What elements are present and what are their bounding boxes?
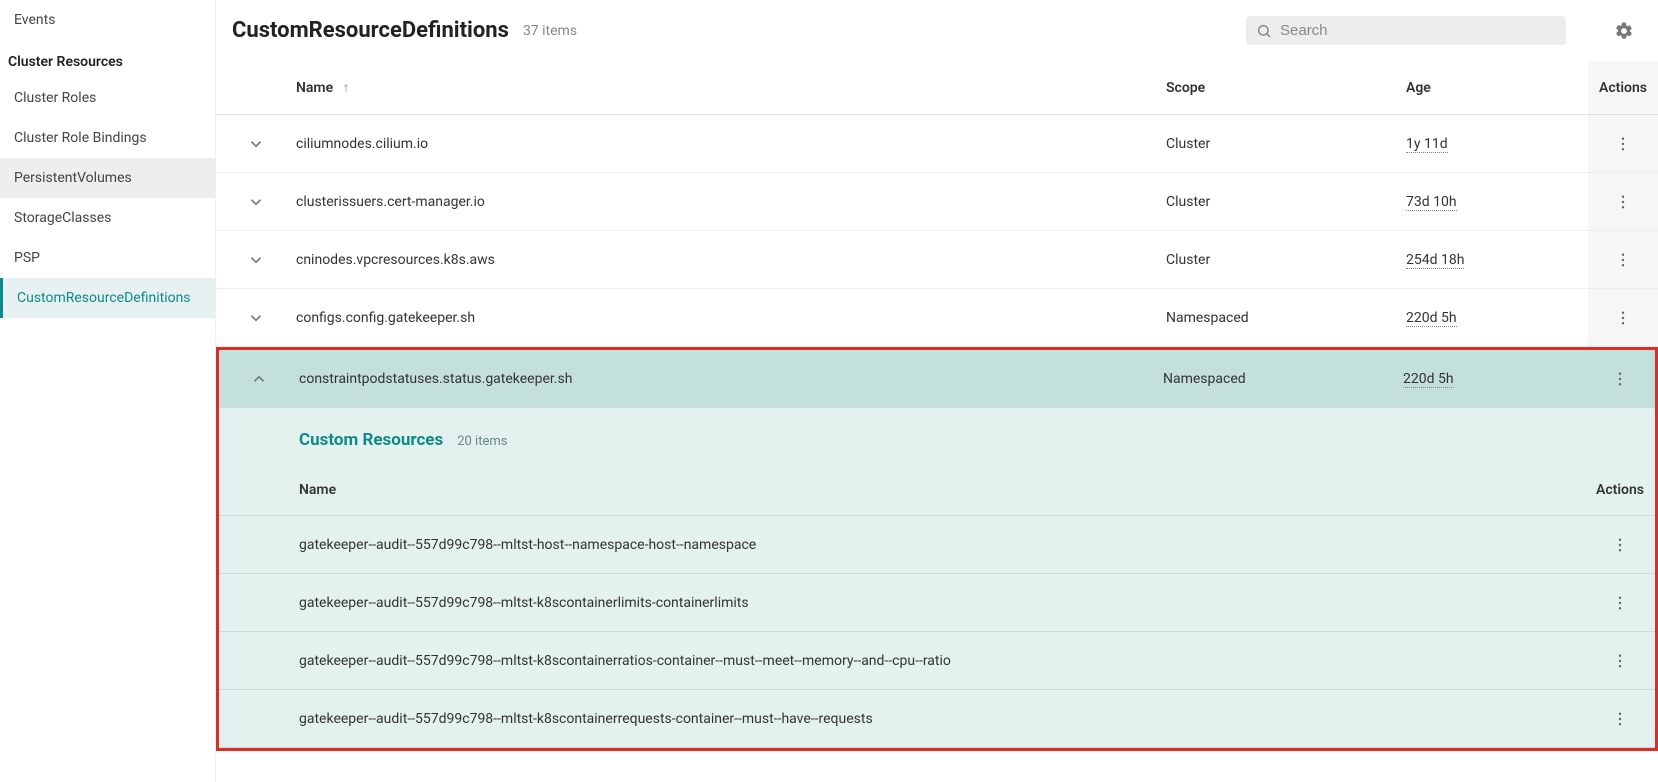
crd-name: constraintpodstatuses.status.gatekeeper.…: [299, 371, 1163, 387]
row-actions-button[interactable]: [1585, 516, 1655, 573]
row-actions-button[interactable]: [1585, 350, 1655, 407]
expand-toggle[interactable]: [216, 309, 296, 327]
sort-asc-icon: ↑: [343, 80, 350, 96]
sidebar-item-customresourcedefinitions[interactable]: CustomResourceDefinitions: [0, 278, 215, 318]
table-row[interactable]: constraintpodstatuses.status.gatekeeper.…: [219, 350, 1655, 408]
crd-age: 220d 5h: [1403, 371, 1585, 387]
nested-title: Custom Resources: [299, 430, 443, 450]
crd-name: cninodes.vpcresources.k8s.aws: [296, 252, 1166, 268]
crd-scope: Cluster: [1166, 136, 1406, 152]
sidebar-item-cluster-role-bindings[interactable]: Cluster Role Bindings: [0, 118, 215, 158]
sidebar-item-events[interactable]: Events: [0, 0, 215, 40]
crd-scope: Namespaced: [1166, 310, 1406, 326]
row-actions-button[interactable]: [1588, 115, 1658, 172]
search-icon: [1256, 23, 1272, 39]
crd-name: ciliumnodes.cilium.io: [296, 136, 1166, 152]
column-actions: Actions: [1588, 61, 1658, 114]
nested-row[interactable]: gatekeeper--audit--557d99c798--mltst-hos…: [219, 516, 1655, 574]
nested-column-actions: Actions: [1585, 464, 1655, 515]
crd-name: clusterissuers.cert-manager.io: [296, 194, 1166, 210]
expand-toggle[interactable]: [216, 251, 296, 269]
row-actions-button[interactable]: [1585, 690, 1655, 747]
sidebar: Events Cluster Resources Cluster RolesCl…: [0, 0, 216, 782]
custom-resource-name: gatekeeper--audit--557d99c798--mltst-k8s…: [219, 595, 1585, 611]
custom-resource-name: gatekeeper--audit--557d99c798--mltst-k8s…: [219, 653, 1585, 669]
nested-row[interactable]: gatekeeper--audit--557d99c798--mltst-k8s…: [219, 632, 1655, 690]
expand-toggle[interactable]: [216, 135, 296, 153]
row-actions-button[interactable]: [1588, 231, 1658, 288]
crd-age: 1y 11d: [1406, 136, 1588, 152]
column-age[interactable]: Age: [1406, 80, 1588, 96]
custom-resource-name: gatekeeper--audit--557d99c798--mltst-hos…: [219, 537, 1585, 553]
search-input[interactable]: [1280, 22, 1556, 39]
table-row[interactable]: ciliumnodes.cilium.ioCluster1y 11d: [216, 115, 1658, 173]
row-actions-button[interactable]: [1585, 632, 1655, 689]
crd-age: 254d 18h: [1406, 252, 1588, 268]
page-header: CustomResourceDefinitions 37 items: [216, 0, 1658, 61]
row-actions-button[interactable]: [1588, 289, 1658, 346]
sidebar-item-persistentvolumes[interactable]: PersistentVolumes: [0, 158, 215, 198]
crd-name: configs.config.gatekeeper.sh: [296, 310, 1166, 326]
nested-column-name[interactable]: Name: [219, 482, 1585, 498]
expanded-region: constraintpodstatuses.status.gatekeeper.…: [216, 347, 1658, 751]
crd-scope: Namespaced: [1163, 371, 1403, 387]
column-name[interactable]: Name ↑: [296, 79, 1166, 96]
sidebar-item-psp[interactable]: PSP: [0, 238, 215, 278]
collapse-toggle[interactable]: [219, 370, 299, 388]
crd-age: 73d 10h: [1406, 194, 1588, 210]
crd-scope: Cluster: [1166, 252, 1406, 268]
settings-button[interactable]: [1614, 21, 1634, 41]
main-panel: CustomResourceDefinitions 37 items Name …: [216, 0, 1658, 782]
table-row[interactable]: clusterissuers.cert-manager.ioCluster73d…: [216, 173, 1658, 231]
table-row[interactable]: configs.config.gatekeeper.shNamespaced22…: [216, 289, 1658, 347]
expand-toggle[interactable]: [216, 193, 296, 211]
nested-count: 20 items: [457, 434, 507, 449]
nested-table-header: NameActions: [219, 464, 1655, 516]
table-row[interactable]: cninodes.vpcresources.k8s.awsCluster254d…: [216, 231, 1658, 289]
sidebar-item-cluster-roles[interactable]: Cluster Roles: [0, 78, 215, 118]
item-count: 37 items: [523, 23, 577, 39]
custom-resource-name: gatekeeper--audit--557d99c798--mltst-k8s…: [219, 711, 1585, 727]
crd-age: 220d 5h: [1406, 310, 1588, 326]
row-actions-button[interactable]: [1585, 574, 1655, 631]
table-header-row: Name ↑ Scope Age Actions: [216, 61, 1658, 115]
crd-scope: Cluster: [1166, 194, 1406, 210]
column-scope[interactable]: Scope: [1166, 80, 1406, 96]
sidebar-section-cluster-resources: Cluster Resources: [0, 40, 215, 78]
page-title: CustomResourceDefinitions: [232, 18, 509, 43]
row-actions-button[interactable]: [1588, 173, 1658, 230]
sidebar-item-storageclasses[interactable]: StorageClasses: [0, 198, 215, 238]
crd-table: Name ↑ Scope Age Actions ciliumnodes.cil…: [216, 61, 1658, 782]
nested-row[interactable]: gatekeeper--audit--557d99c798--mltst-k8s…: [219, 574, 1655, 632]
nested-header: Custom Resources 20 items: [219, 408, 1655, 464]
nested-row[interactable]: gatekeeper--audit--557d99c798--mltst-k8s…: [219, 690, 1655, 748]
search-box[interactable]: [1246, 16, 1566, 45]
